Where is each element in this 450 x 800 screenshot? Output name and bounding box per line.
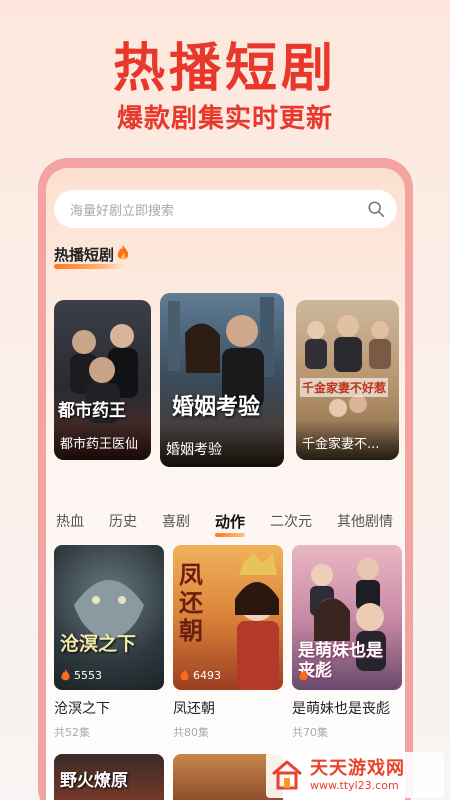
view-count-text: 5553: [74, 669, 102, 682]
poster-title: 千金家妻不好惹: [300, 378, 389, 397]
view-count: [298, 669, 312, 682]
poster-title: 野火燎原: [60, 771, 128, 791]
fire-icon: [299, 669, 308, 681]
hot-section-title-text: 热播短剧: [54, 246, 115, 264]
drama-thumbnail[interactable]: 沧溟之下 5553: [54, 545, 164, 690]
drama-card[interactable]: 沧溟之下 5553 沧溟之下 共52集: [54, 545, 164, 740]
hot-drama-card[interactable]: 婚姻考验 婚姻考验: [160, 293, 284, 467]
hot-drama-card[interactable]: 都市药王 都市药王医仙: [54, 300, 151, 460]
tab-anime[interactable]: 二次元: [270, 511, 312, 531]
tab-history[interactable]: 历史: [109, 511, 137, 531]
hot-drama-label: 千金家妻不...: [302, 437, 380, 452]
episode-count: 共70集: [292, 726, 328, 739]
tab-hot-blood[interactable]: 热血: [56, 511, 84, 531]
drama-title[interactable]: 沧溟之下: [54, 698, 164, 718]
hot-section-title: 热播短剧: [54, 244, 130, 265]
episode-count: 共52集: [54, 726, 90, 739]
drama-thumbnail[interactable]: 是萌妹也是丧彪: [292, 545, 402, 690]
view-count: 6493: [179, 669, 221, 682]
house-logo-icon: [272, 760, 302, 790]
poster-title: 是萌妹也是丧彪: [298, 641, 383, 681]
fire-icon: [180, 669, 189, 681]
poster-title: 都市药王: [58, 401, 126, 421]
fire-icon: [117, 245, 129, 260]
search-icon[interactable]: [367, 200, 385, 218]
app-screen: 海量好剧立即搜索 热播短剧 都市药王 都市药王医仙 婚姻考验 婚姻考验 千金家妻…: [46, 168, 405, 800]
drama-thumbnail[interactable]: 凤还朝 6493: [173, 545, 283, 690]
promo-subheadline: 爆款剧集实时更新: [116, 104, 333, 134]
search-bar[interactable]: 海量好剧立即搜索: [54, 190, 397, 228]
tab-comedy[interactable]: 喜剧: [162, 511, 190, 531]
poster-title: 沧溟之下: [60, 633, 137, 655]
watermark-url: www.ttyl23.com: [310, 778, 399, 792]
poster-title: 婚姻考验: [172, 395, 261, 420]
tab-action[interactable]: 动作: [215, 511, 246, 537]
category-tabs: 热血 历史 喜剧 动作 二次元 其他剧情: [46, 508, 405, 537]
tab-other[interactable]: 其他剧情: [337, 511, 393, 531]
fire-icon: [61, 669, 70, 681]
view-count: 5553: [60, 669, 102, 682]
hot-drama-card[interactable]: 千金家妻不好惹 千金家妻不...: [296, 300, 399, 460]
hot-drama-label: 都市药王医仙: [60, 437, 139, 452]
view-count-text: 6493: [193, 669, 221, 682]
hot-drama-label: 婚姻考验: [166, 442, 222, 458]
drama-card[interactable]: 凤还朝 6493 凤还朝 共80集: [173, 545, 283, 740]
poster-title: 凤还朝: [179, 561, 203, 645]
watermark-name: 天天游戏网: [310, 757, 405, 779]
site-watermark: 天天游戏网 www.ttyl23.com: [266, 752, 444, 798]
drama-title[interactable]: 凤还朝: [173, 698, 283, 718]
drama-card-peek[interactable]: 野火燎原: [54, 754, 164, 800]
drama-title[interactable]: 是萌妹也是丧彪: [292, 698, 402, 718]
episode-count: 共80集: [173, 726, 209, 739]
search-input[interactable]: 海量好剧立即搜索: [70, 200, 367, 219]
phone-frame: 海量好剧立即搜索 热播短剧 都市药王 都市药王医仙 婚姻考验 婚姻考验 千金家妻…: [38, 158, 413, 800]
drama-card[interactable]: 是萌妹也是丧彪 是萌妹也是丧彪 共70集: [292, 545, 402, 740]
promo-headline: 热播短剧: [112, 39, 337, 99]
